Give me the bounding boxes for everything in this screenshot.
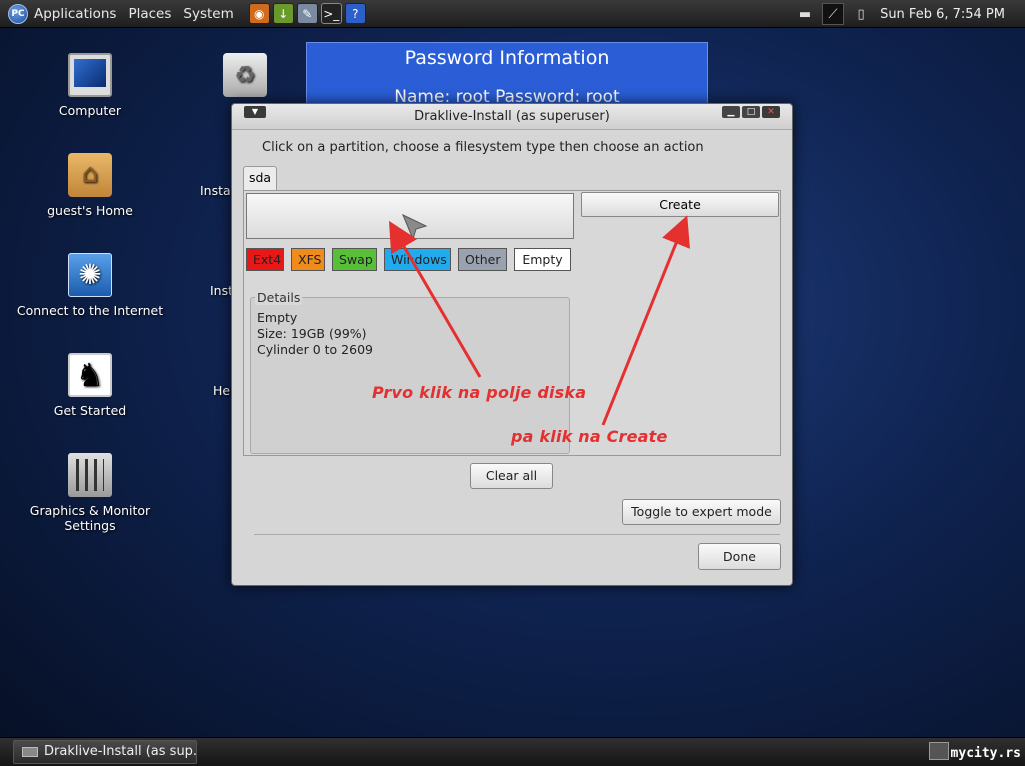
window-icon bbox=[22, 747, 38, 757]
taskbar-item-draklive[interactable]: Draklive-Install (as sup... bbox=[13, 740, 197, 764]
annotation-arrow-to-partition bbox=[388, 220, 482, 378]
annotation-second-step: pa klik na Create bbox=[511, 427, 668, 446]
annotation-first-step: Prvo klik na polje diska bbox=[372, 383, 587, 402]
annotation-arrow-to-create bbox=[601, 215, 690, 426]
watermark: mycity.rs bbox=[950, 746, 1021, 761]
show-desktop-icon[interactable] bbox=[929, 742, 949, 760]
taskbar-item-label: Draklive-Install (as sup... bbox=[44, 744, 197, 759]
bottom-panel: Draklive-Install (as sup... mycity.rs bbox=[0, 737, 1025, 766]
